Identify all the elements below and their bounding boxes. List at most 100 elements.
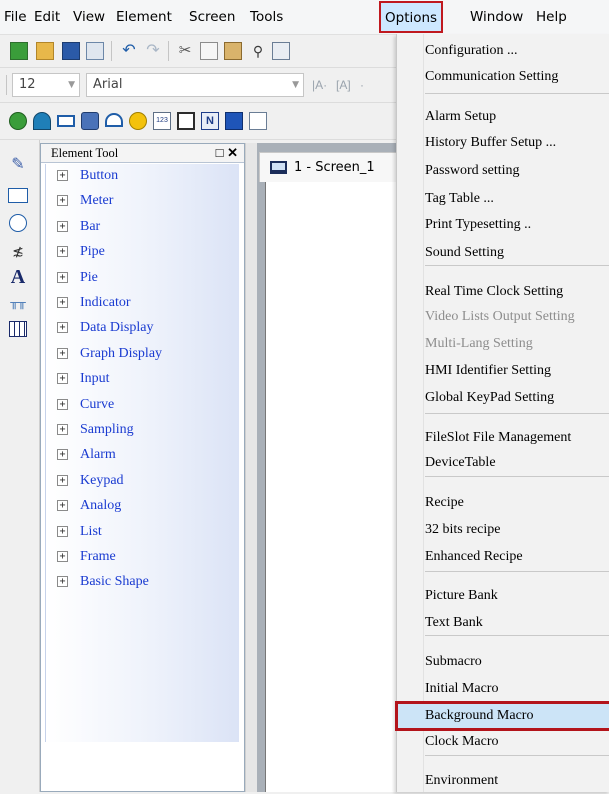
menu-item-real-time-clock-setting[interactable]: Real Time Clock Setting bbox=[397, 279, 609, 305]
menu-item-configuration[interactable]: Configuration ... bbox=[397, 38, 609, 64]
polyline-icon[interactable]: ≴ bbox=[7, 240, 29, 262]
save-all-icon[interactable] bbox=[86, 42, 104, 60]
pipe-icon[interactable] bbox=[81, 112, 99, 130]
expand-icon[interactable]: + bbox=[57, 246, 68, 258]
element-tool-item[interactable]: + Analog bbox=[46, 494, 239, 518]
cut-icon[interactable]: ✂ bbox=[176, 42, 194, 60]
menu-item-submacro[interactable]: Submacro bbox=[397, 649, 609, 675]
element-tool-item[interactable]: + Pipe bbox=[46, 240, 239, 264]
paste-icon[interactable] bbox=[224, 42, 242, 60]
menu-item-global-keypad-setting[interactable]: Global KeyPad Setting bbox=[397, 385, 609, 411]
menu-tools[interactable]: Tools bbox=[250, 0, 283, 34]
element-tool-item[interactable]: + Bar bbox=[46, 215, 239, 239]
expand-icon[interactable]: + bbox=[57, 297, 68, 308]
element-tool-item[interactable]: + Keypad bbox=[46, 469, 239, 493]
pie-icon[interactable] bbox=[105, 113, 123, 127]
menu-options[interactable]: Options bbox=[379, 1, 444, 33]
menu-item-communication-setting[interactable]: Communication Setting bbox=[397, 64, 609, 90]
pencil-icon[interactable]: ✎ bbox=[7, 153, 29, 175]
expand-icon[interactable]: + bbox=[57, 347, 68, 359]
save-icon[interactable] bbox=[62, 42, 80, 60]
new-icon[interactable] bbox=[10, 42, 28, 60]
element-tool-item[interactable]: + Graph Display bbox=[46, 342, 239, 366]
menu-help[interactable]: Help bbox=[536, 0, 567, 34]
expand-icon[interactable]: + bbox=[57, 322, 68, 334]
menu-item-sound-setting[interactable]: Sound Setting bbox=[397, 240, 609, 266]
menu-item-text-bank[interactable]: Text Bank bbox=[397, 610, 609, 636]
table-icon[interactable] bbox=[7, 318, 29, 340]
element-tool-item[interactable]: + Basic Shape bbox=[46, 570, 239, 594]
element-tool-item[interactable]: + Sampling bbox=[46, 418, 239, 442]
input-icon[interactable]: N bbox=[201, 112, 219, 130]
meter-icon[interactable] bbox=[33, 112, 51, 130]
element-tool-item[interactable]: + Indicator bbox=[46, 291, 239, 315]
font-name-select[interactable]: Arial ▼ bbox=[86, 73, 304, 97]
expand-icon[interactable]: + bbox=[57, 449, 68, 461]
menu-file[interactable]: File bbox=[4, 0, 27, 34]
menu-view[interactable]: View bbox=[73, 0, 105, 34]
open-folder-icon[interactable] bbox=[36, 42, 54, 60]
menu-item-clock-macro[interactable]: Clock Macro bbox=[397, 729, 609, 755]
panel-splitter[interactable] bbox=[245, 143, 257, 792]
element-tool-item[interactable]: + Input bbox=[46, 367, 239, 391]
indicator-icon[interactable] bbox=[129, 112, 147, 130]
sampling-icon[interactable] bbox=[249, 112, 267, 130]
font-size-select[interactable]: 12 ▼ bbox=[12, 73, 80, 97]
find-icon[interactable]: ⚲ bbox=[249, 42, 267, 60]
text-icon[interactable]: A bbox=[7, 266, 29, 288]
menu-item-alarm-setup[interactable]: Alarm Setup bbox=[397, 104, 609, 130]
menu-element[interactable]: Element bbox=[116, 0, 172, 34]
menu-item-hmi-identifier-setting[interactable]: HMI Identifier Setting bbox=[397, 358, 609, 384]
menu-item-recipe[interactable]: Recipe bbox=[397, 490, 609, 516]
element-tool-item[interactable]: + Meter bbox=[46, 189, 239, 213]
expand-icon[interactable]: + bbox=[57, 474, 68, 486]
redo-icon[interactable]: ↷ bbox=[144, 42, 162, 60]
bar-icon[interactable] bbox=[57, 115, 75, 127]
expand-icon[interactable]: + bbox=[57, 271, 68, 283]
menu-screen[interactable]: Screen bbox=[189, 0, 235, 34]
screen-canvas[interactable] bbox=[265, 182, 400, 792]
menu-item-picture-bank[interactable]: Picture Bank bbox=[397, 583, 609, 609]
expand-icon[interactable]: + bbox=[57, 220, 68, 232]
expand-icon[interactable]: + bbox=[57, 576, 68, 588]
element-tool-item[interactable]: + Alarm bbox=[46, 443, 239, 467]
align-left-icon[interactable]: |A· bbox=[312, 76, 330, 94]
rectangle-icon[interactable] bbox=[7, 184, 29, 206]
element-tool-item[interactable]: + Frame bbox=[46, 545, 239, 569]
menu-item-environment[interactable]: Environment bbox=[397, 768, 609, 794]
menu-item-devicetable[interactable]: DeviceTable bbox=[397, 450, 609, 476]
align-right-icon[interactable]: · bbox=[360, 76, 378, 94]
menu-window[interactable]: Window bbox=[470, 0, 523, 34]
expand-icon[interactable]: + bbox=[57, 551, 68, 562]
expand-icon[interactable]: + bbox=[57, 195, 68, 207]
expand-icon[interactable]: + bbox=[57, 373, 68, 385]
element-tool-item[interactable]: + Pie bbox=[46, 266, 239, 290]
menu-item-initial-macro[interactable]: Initial Macro bbox=[397, 676, 609, 702]
scale-icon[interactable]: ╥╥ bbox=[7, 292, 29, 314]
element-tool-item[interactable]: + Button bbox=[46, 164, 239, 188]
menu-item-enhanced-recipe[interactable]: Enhanced Recipe bbox=[397, 544, 609, 570]
circle-icon[interactable] bbox=[7, 212, 29, 234]
element-tool-item[interactable]: + List bbox=[46, 520, 239, 544]
screen-icon[interactable] bbox=[272, 42, 290, 60]
menu-edit[interactable]: Edit bbox=[34, 0, 60, 34]
align-center-icon[interactable]: [A] bbox=[336, 76, 354, 94]
close-icon[interactable]: □ ✕ bbox=[216, 144, 238, 162]
expand-icon[interactable]: + bbox=[57, 500, 68, 512]
menu-item-tag-table[interactable]: Tag Table ... bbox=[397, 186, 609, 212]
graph-display-icon[interactable] bbox=[177, 112, 195, 130]
menu-item-print-typesetting[interactable]: Print Typesetting .. bbox=[397, 212, 609, 238]
expand-icon[interactable]: + bbox=[57, 398, 68, 410]
element-tool-item[interactable]: + Curve bbox=[46, 393, 239, 417]
curve-icon[interactable] bbox=[225, 112, 243, 130]
undo-icon[interactable]: ↶ bbox=[120, 42, 138, 60]
switch-on-icon[interactable] bbox=[9, 112, 27, 130]
copy-icon[interactable] bbox=[200, 42, 218, 60]
menu-item-history-buffer-setup[interactable]: History Buffer Setup ... bbox=[397, 130, 609, 156]
expand-icon[interactable]: + bbox=[57, 424, 68, 435]
tab-screen-1[interactable]: 1 - Screen_1 bbox=[259, 152, 399, 182]
menu-item-32-bits-recipe[interactable]: 32 bits recipe bbox=[397, 517, 609, 543]
menu-item-password-setting[interactable]: Password setting bbox=[397, 158, 609, 184]
expand-icon[interactable]: + bbox=[57, 525, 68, 537]
element-tool-item[interactable]: + Data Display bbox=[46, 316, 239, 340]
